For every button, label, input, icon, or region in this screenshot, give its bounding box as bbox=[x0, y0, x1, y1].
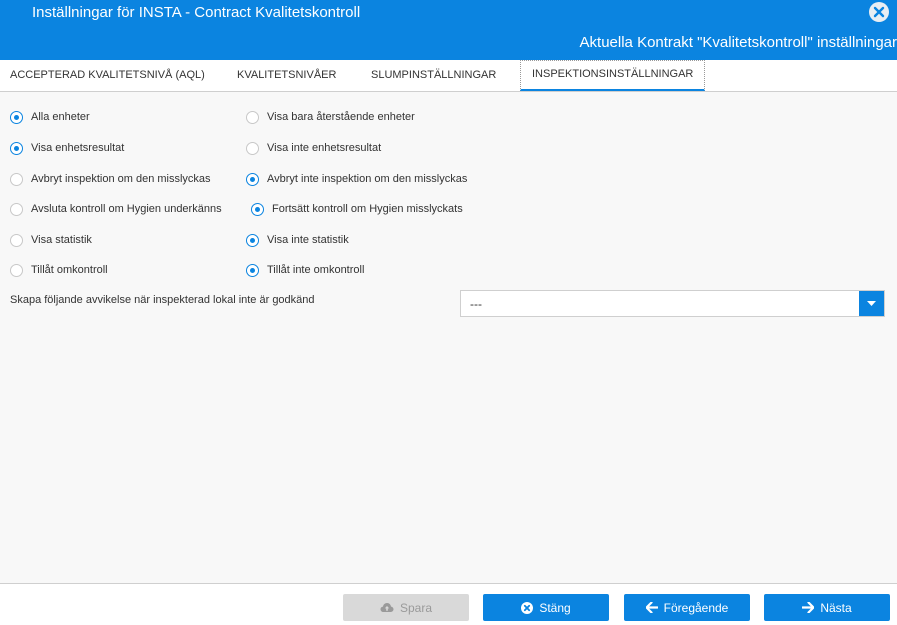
caret-down-icon bbox=[867, 301, 876, 306]
option-continue-on-hygiene-fail[interactable]: Fortsätt kontroll om Hygien misslyckats bbox=[251, 201, 463, 217]
tab-bar: ACCEPTERAD KVALITETSNIVÅ (AQL) KVALITETS… bbox=[0, 60, 897, 92]
radio-button[interactable] bbox=[10, 233, 23, 247]
radio-button[interactable] bbox=[246, 141, 259, 155]
dialog-subtitle: Aktuella Kontrakt "Kvalitetskontroll" in… bbox=[579, 34, 897, 51]
deviation-label: Skapa följande avvikelse när inspekterad… bbox=[10, 294, 315, 306]
next-button-label: Nästa bbox=[820, 600, 852, 615]
option-no-abort-on-fail[interactable]: Avbryt inte inspektion om den misslyckas bbox=[246, 171, 467, 187]
arrow-right-icon bbox=[802, 602, 815, 613]
radio-button[interactable] bbox=[10, 202, 23, 216]
radio-button[interactable] bbox=[10, 172, 23, 186]
radio-label: Tillåt inte omkontroll bbox=[267, 264, 365, 276]
radio-label: Avbryt inspektion om den misslyckas bbox=[31, 173, 211, 185]
tab-aql[interactable]: ACCEPTERAD KVALITETSNIVÅ (AQL) bbox=[10, 60, 205, 91]
cloud-upload-icon bbox=[380, 602, 394, 613]
radio-button[interactable] bbox=[246, 172, 259, 186]
radio-label: Visa inte statistik bbox=[267, 234, 349, 246]
radio-button[interactable] bbox=[10, 263, 23, 277]
radio-label: Fortsätt kontroll om Hygien misslyckats bbox=[272, 203, 463, 215]
radio-button[interactable] bbox=[251, 202, 264, 216]
dialog-header: Inställningar för INSTA - Contract Kvali… bbox=[0, 0, 897, 60]
option-hide-statistics[interactable]: Visa inte statistik bbox=[246, 232, 349, 248]
option-abort-on-fail[interactable]: Avbryt inspektion om den misslyckas bbox=[10, 171, 211, 187]
option-remaining-units[interactable]: Visa bara återstående enheter bbox=[246, 109, 415, 125]
close-button[interactable] bbox=[869, 2, 889, 22]
close-dialog-button[interactable]: Stäng bbox=[483, 594, 609, 621]
deviation-select[interactable]: --- bbox=[460, 290, 885, 317]
radio-button[interactable] bbox=[10, 110, 23, 124]
radio-label: Tillåt omkontroll bbox=[31, 264, 108, 276]
dropdown-toggle[interactable] bbox=[859, 291, 884, 316]
close-icon bbox=[873, 6, 885, 18]
previous-button[interactable]: Föregående bbox=[624, 594, 750, 621]
save-button-label: Spara bbox=[399, 600, 433, 615]
close-button-label: Stäng bbox=[539, 600, 571, 615]
radio-label: Visa enhetsresultat bbox=[31, 142, 125, 154]
arrow-left-icon bbox=[645, 602, 658, 613]
deviation-select-value: --- bbox=[470, 297, 482, 311]
option-show-unit-results[interactable]: Visa enhetsresultat bbox=[10, 140, 124, 156]
save-button[interactable]: Spara bbox=[343, 594, 469, 621]
dialog-title: Inställningar för INSTA - Contract Kvali… bbox=[32, 4, 361, 21]
tab-random-settings[interactable]: SLUMPINSTÄLLNINGAR bbox=[371, 60, 496, 91]
inspection-settings-panel: Alla enheter Visa bara återstående enhet… bbox=[0, 93, 897, 583]
tab-inspection-settings[interactable]: INSPEKTIONSINSTÄLLNINGAR bbox=[520, 60, 706, 91]
radio-label: Avsluta kontroll om Hygien underkänns bbox=[31, 203, 222, 215]
radio-label: Visa inte enhetsresultat bbox=[267, 142, 382, 154]
radio-label: Visa statistik bbox=[31, 234, 92, 246]
radio-label: Avbryt inte inspektion om den misslyckas bbox=[267, 173, 468, 185]
option-show-statistics[interactable]: Visa statistik bbox=[10, 232, 92, 248]
dialog-footer: Spara Stäng Föregående Nästa bbox=[0, 583, 897, 625]
radio-label: Alla enheter bbox=[31, 111, 90, 123]
option-all-units[interactable]: Alla enheter bbox=[10, 109, 90, 125]
option-hide-unit-results[interactable]: Visa inte enhetsresultat bbox=[246, 140, 381, 156]
radio-button[interactable] bbox=[246, 263, 259, 277]
previous-button-label: Föregående bbox=[663, 600, 729, 615]
radio-button[interactable] bbox=[10, 141, 23, 155]
option-end-on-hygiene-fail[interactable]: Avsluta kontroll om Hygien underkänns bbox=[10, 201, 222, 217]
radio-button[interactable] bbox=[246, 233, 259, 247]
tab-quality-levels[interactable]: KVALITETSNIVÅER bbox=[237, 60, 336, 91]
times-circle-icon bbox=[521, 601, 534, 614]
next-button[interactable]: Nästa bbox=[764, 594, 890, 621]
radio-label: Visa bara återstående enheter bbox=[267, 111, 415, 123]
radio-button[interactable] bbox=[246, 110, 259, 124]
option-disallow-recheck[interactable]: Tillåt inte omkontroll bbox=[246, 262, 364, 278]
option-allow-recheck[interactable]: Tillåt omkontroll bbox=[10, 262, 108, 278]
